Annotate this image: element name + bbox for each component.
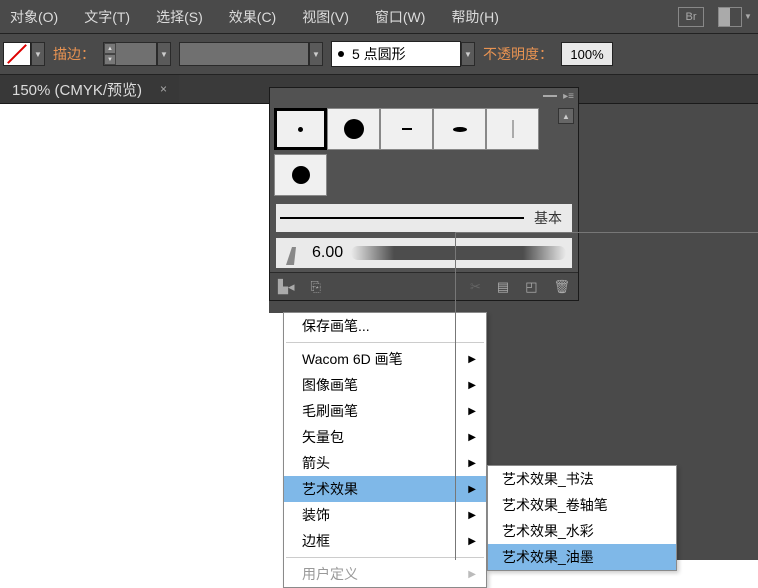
submenu-calligraphy[interactable]: 艺术效果_书法 [488,466,676,492]
brush-thumb-4[interactable] [433,108,486,150]
delete-brush-icon[interactable]: 🗑 [553,279,570,295]
layout-dropdown-icon[interactable]: ▼ [742,7,754,27]
brush-library-menu: 保存画笔... Wacom 6D 画笔▶ 图像画笔▶ 毛刷画笔▶ 矢量包▶ 箭头… [283,312,487,588]
brush-thumb-1[interactable] [274,108,327,150]
stroke-weight-dropdown-icon[interactable]: ▼ [157,42,171,66]
stroke-label: 描边： [53,44,95,64]
submenu-arrow-icon: ▶ [468,354,476,365]
brush-name-text: 5 点圆形 [352,44,406,64]
brush-basic-row[interactable]: 基本 [276,204,572,232]
menu-userdef: 用户定义▶ [284,561,486,587]
scroll-up-icon[interactable]: ▲ [558,108,574,124]
close-icon[interactable]: × [160,82,167,96]
fill-dropdown-icon[interactable]: ▼ [31,42,45,66]
menu-effect[interactable]: 效果(C) [223,3,282,31]
new-brush-icon[interactable]: ◰ [525,279,537,295]
submenu-arrow-icon: ▶ [468,406,476,417]
brushes-panel: ▸≡ ▲ 基本 6.00 ▙◂ ⎘ ✂ ▤ ◰ 🗑 [269,87,579,301]
guide-line-v [455,232,456,560]
basic-label: 基本 [534,208,568,228]
submenu-arrow-icon: ▶ [468,484,476,495]
menu-object[interactable]: 对象(O) [4,3,64,31]
submenu-watercolor[interactable]: 艺术效果_水彩 [488,518,676,544]
brush-definition-field[interactable]: 5 点圆形 [331,41,461,67]
stroke-weight-field[interactable]: ▲▼ [103,42,157,66]
stroke-profile-dropdown-icon[interactable]: ▼ [309,42,323,66]
menu-select[interactable]: 选择(S) [150,3,209,31]
stroke-profile-field[interactable] [179,42,309,66]
document-tab[interactable]: 150% (CMYK/预览) × [0,75,179,103]
document-tab-title: 150% (CMYK/预览) [12,79,142,100]
brush-dropdown-icon[interactable]: ▼ [461,42,475,66]
menu-window[interactable]: 窗口(W) [369,3,432,31]
options-icon[interactable]: ▤ [497,279,509,295]
menu-help[interactable]: 帮助(H) [445,3,504,31]
brush-thumb-3[interactable] [380,108,433,150]
panel-menu-icon[interactable]: ▸≡ [563,91,574,102]
brush-thumb-5[interactable] [486,108,539,150]
submenu-arrow-icon: ▶ [468,432,476,443]
calligraphic-size-text: 6.00 [312,244,343,262]
menu-text[interactable]: 文字(T) [78,3,136,31]
calligraphic-brush-icon [282,241,304,265]
submenu-arrow-icon: ▶ [468,569,476,580]
brush-thumb-2[interactable] [327,108,380,150]
fill-none-swatch[interactable] [3,42,31,66]
opacity-label: 不透明度： [483,44,553,64]
brush-calligraphic-row[interactable]: 6.00 [276,238,572,268]
calligraphic-stroke-preview [351,246,566,260]
brush-preview-dot-icon [338,51,344,57]
library-menu-icon[interactable]: ▙◂ [278,279,295,295]
layout-icon[interactable] [718,7,742,27]
canvas-lower[interactable] [0,313,284,560]
brush-thumb-6[interactable] [274,154,327,196]
submenu-arrow-icon: ▶ [468,458,476,469]
submenu-arrow-icon: ▶ [468,536,476,547]
menu-bar: 对象(O) 文字(T) 选择(S) 效果(C) 视图(V) 窗口(W) 帮助(H… [0,0,758,33]
guide-line-h [455,232,758,233]
bridge-icon[interactable]: Br [678,7,704,27]
submenu-arrow-icon: ▶ [468,380,476,391]
art-submenu: 艺术效果_书法 艺术效果_卷轴笔 艺术效果_水彩 艺术效果_油墨 [487,465,677,571]
remove-stroke-icon: ✂ [470,279,481,295]
submenu-arrow-icon: ▶ [468,510,476,521]
basic-stroke-preview [280,217,524,219]
control-bar: ▼ 描边： ▲▼ ▼ ▼ 5 点圆形 ▼ 不透明度： 100% [0,33,758,75]
submenu-scroll[interactable]: 艺术效果_卷轴笔 [488,492,676,518]
panel-collapse-icon[interactable] [543,95,557,97]
menu-view[interactable]: 视图(V) [296,3,355,31]
libraries-icon[interactable]: ⎘ [311,279,321,295]
submenu-ink[interactable]: 艺术效果_油墨 [488,544,676,570]
opacity-field[interactable]: 100% [561,42,613,66]
